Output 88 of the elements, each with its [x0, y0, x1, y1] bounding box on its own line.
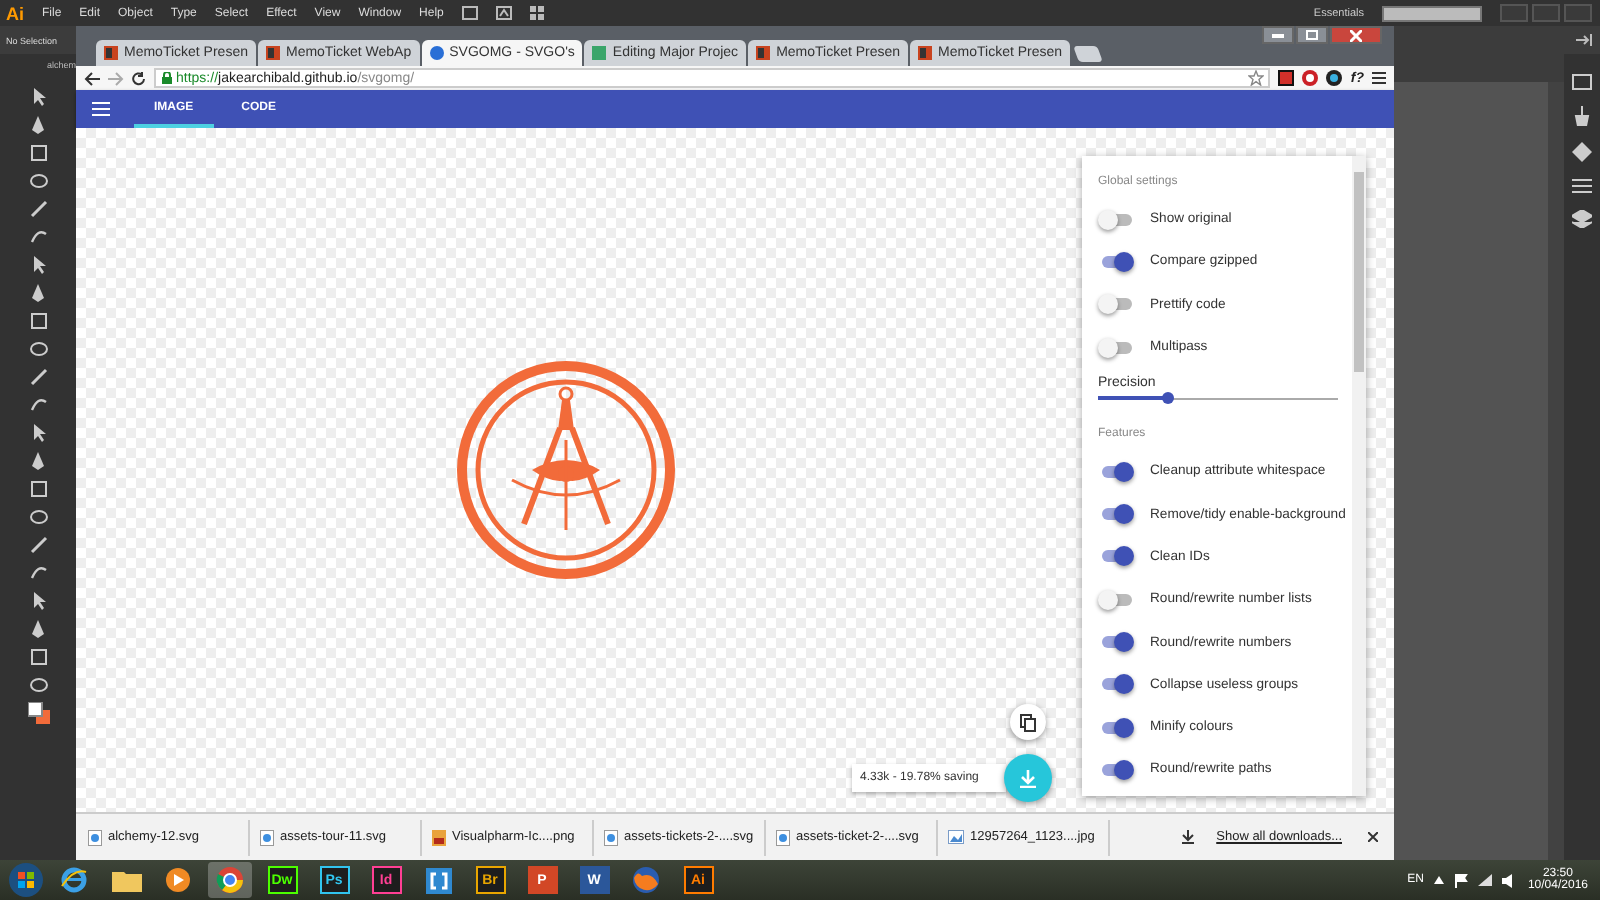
file-icon [88, 829, 102, 845]
lines-icon[interactable] [1572, 178, 1592, 194]
layers-icon[interactable] [1572, 210, 1592, 228]
toolbar-icon[interactable] [495, 6, 512, 20]
precision-slider[interactable] [1098, 390, 1338, 407]
new-tab-button[interactable] [1073, 46, 1103, 62]
tool-icon[interactable] [27, 310, 49, 332]
back-icon[interactable] [84, 71, 100, 85]
panel-icon[interactable] [1572, 74, 1592, 90]
maximize-button[interactable] [1296, 26, 1328, 44]
signal-icon[interactable] [1477, 874, 1492, 886]
toggle-switch[interactable] [1098, 251, 1134, 272]
layout-grid-icon[interactable] [529, 6, 550, 20]
toggle-switch[interactable] [1098, 461, 1134, 482]
pdf-extension-icon[interactable] [1278, 70, 1295, 86]
fox-globe-icon [632, 866, 660, 894]
tool-icon[interactable] [27, 338, 49, 360]
symbol-icon[interactable] [1572, 142, 1592, 162]
close-button[interactable] [1330, 26, 1382, 44]
file-icon [604, 829, 618, 845]
close-icon [1350, 29, 1362, 41]
document-favicon-icon [592, 46, 607, 60]
copy-icon [1020, 713, 1036, 731]
tool-icon[interactable] [27, 506, 49, 528]
image-file-icon [432, 829, 446, 845]
menu-icon[interactable] [1372, 72, 1386, 84]
tool-icon[interactable] [27, 394, 49, 416]
toggle-switch[interactable] [1098, 674, 1134, 695]
tool-icon[interactable] [27, 114, 49, 136]
toggle-switch[interactable] [1098, 717, 1134, 738]
tool-icon[interactable] [27, 366, 49, 388]
caret-icon[interactable] [1433, 876, 1444, 884]
minimize-button[interactable] [1262, 26, 1294, 44]
toggle-switch[interactable] [1098, 337, 1134, 358]
toggle-switch[interactable] [1098, 759, 1134, 780]
download-icon [1020, 769, 1036, 787]
search-field[interactable] [1382, 5, 1482, 21]
toggle-switch[interactable] [1098, 504, 1134, 525]
tool-icon[interactable] [27, 282, 49, 304]
tool-icon[interactable] [27, 478, 49, 500]
tool-icon[interactable] [27, 450, 49, 472]
flag-icon[interactable] [1453, 873, 1468, 887]
panel-collapse-icon[interactable] [1576, 34, 1592, 46]
tool-icon[interactable] [27, 142, 49, 164]
toggle-switch[interactable] [1098, 294, 1134, 315]
brackets-icon [425, 867, 451, 893]
slides-favicon-icon [918, 46, 933, 60]
star-icon[interactable] [1248, 70, 1265, 86]
chrome-ball-icon [216, 866, 244, 894]
slides-favicon-icon [265, 46, 280, 60]
color-wheel-icon[interactable] [1326, 70, 1343, 86]
lock-icon [162, 72, 172, 84]
speaker-icon[interactable] [1501, 873, 1518, 887]
maximize-icon [1306, 30, 1318, 40]
tool-icon[interactable] [27, 170, 49, 192]
globe-favicon-icon [429, 46, 444, 60]
toggle-switch[interactable] [1098, 209, 1134, 230]
reload-icon[interactable] [132, 71, 146, 85]
toggle-switch[interactable] [1098, 589, 1134, 610]
taskbar-app[interactable] [208, 862, 252, 898]
file-icon [260, 829, 274, 845]
download-icon [1182, 830, 1195, 844]
brush-icon[interactable] [1574, 106, 1590, 126]
tool-icon[interactable] [27, 562, 49, 584]
slides-favicon-icon [104, 46, 118, 60]
slides-favicon-icon [756, 46, 771, 60]
start-orb-icon[interactable] [8, 862, 44, 898]
play-icon [164, 866, 192, 894]
copy-button[interactable] [1010, 704, 1046, 740]
app-logo: Ai [6, 3, 24, 23]
tool-icon[interactable] [27, 618, 49, 640]
toggle-switch[interactable] [1098, 632, 1134, 653]
toggle-switch[interactable] [1098, 546, 1134, 567]
tool-icon[interactable] [27, 226, 49, 248]
image-file-icon [948, 830, 964, 844]
fill-stroke-icon[interactable] [27, 702, 49, 724]
tool-icon[interactable] [27, 646, 49, 668]
minimize-icon [1272, 33, 1284, 37]
tool-icon[interactable] [27, 534, 49, 556]
slider-thumb[interactable] [1161, 392, 1174, 405]
toolbar-icon[interactable] [461, 6, 478, 20]
pin-extension-icon[interactable] [1302, 70, 1319, 86]
folder-icon [111, 868, 141, 892]
tool-icon[interactable] [27, 198, 49, 220]
file-icon [776, 829, 790, 845]
close-icon[interactable] [1368, 832, 1378, 842]
browser-e-icon [60, 866, 88, 894]
tool-icon[interactable] [27, 674, 49, 696]
